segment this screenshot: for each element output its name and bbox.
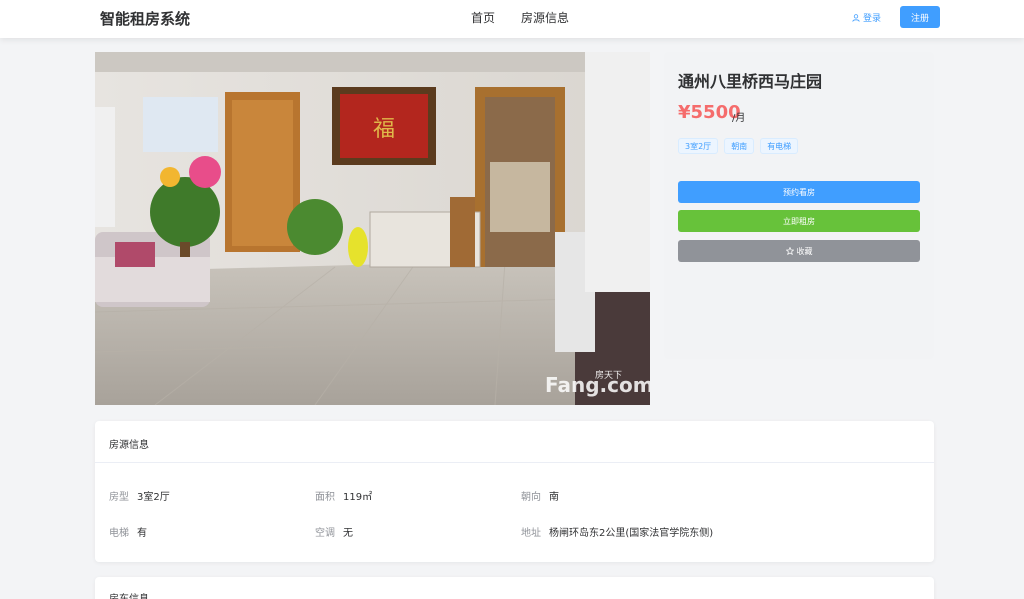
tag-layout: 3室2厅	[678, 138, 719, 154]
feature-tags: 3室2厅 朝南 有电梯	[678, 138, 799, 154]
plaque-character: 福	[373, 117, 395, 142]
landlord-title: 房东信息	[95, 577, 934, 599]
field-orientation: 朝向 南	[521, 488, 559, 503]
book-viewing-button[interactable]: 预约看房	[678, 181, 920, 203]
house-details-card: 房源信息 房型 3室2厅 面积 119㎡ 朝向 南 电梯 有 空调 无 地址 杨…	[95, 421, 934, 562]
rent-now-button[interactable]: 立即租房	[678, 210, 920, 232]
field-aircon-key: 空调	[315, 528, 335, 539]
field-elevator-value: 有	[137, 528, 147, 539]
field-aircon: 空调 无	[315, 524, 353, 539]
nav-listings[interactable]: 房源信息	[521, 9, 569, 26]
landlord-card: 房东信息	[95, 577, 934, 599]
favorite-label: 收藏	[796, 246, 813, 256]
house-summary-card: 通州八里桥西马庄园 ¥5500 /月 3室2厅 朝南 有电梯 预约看房 立即租房…	[664, 52, 934, 359]
register-button[interactable]: 注册	[900, 6, 940, 28]
house-photo-image: 福 房天下 Fang.com	[95, 52, 650, 405]
house-photo[interactable]: 福 房天下 Fang.com	[95, 52, 650, 405]
field-orientation-key: 朝向	[521, 492, 541, 503]
field-layout: 房型 3室2厅	[109, 488, 170, 503]
favorite-button[interactable]: 收藏	[678, 240, 920, 262]
field-address: 地址 杨闸环岛东2公里(国家法官学院东侧)	[521, 524, 713, 539]
field-area: 面积 119㎡	[315, 488, 372, 503]
tag-orientation: 朝南	[724, 138, 755, 154]
login-label: 登录	[863, 14, 882, 24]
details-title: 房源信息	[95, 421, 934, 463]
field-elevator: 电梯 有	[109, 524, 147, 539]
field-layout-value: 3室2厅	[137, 492, 170, 503]
rent-price-unit: /月	[732, 113, 746, 124]
user-icon	[852, 13, 860, 22]
field-aircon-value: 无	[343, 528, 353, 539]
field-area-value: 119㎡	[343, 492, 373, 503]
login-link[interactable]: 登录	[852, 11, 881, 24]
nav-home[interactable]: 首页	[471, 9, 495, 26]
field-address-key: 地址	[521, 528, 541, 539]
star-icon	[785, 247, 794, 255]
field-address-value: 杨闸环岛东2公里(国家法官学院东侧)	[549, 528, 714, 539]
brand-title[interactable]: 智能租房系统	[100, 8, 190, 29]
house-title: 通州八里桥西马庄园	[678, 72, 823, 91]
watermark-text: Fang.com	[545, 373, 650, 397]
tag-elevator: 有电梯	[760, 138, 799, 154]
field-elevator-key: 电梯	[109, 528, 129, 539]
field-layout-key: 房型	[109, 492, 129, 503]
field-orientation-value: 南	[549, 492, 559, 503]
field-area-key: 面积	[315, 492, 335, 503]
top-navbar: 智能租房系统 首页 房源信息 登录 注册	[0, 0, 1024, 38]
